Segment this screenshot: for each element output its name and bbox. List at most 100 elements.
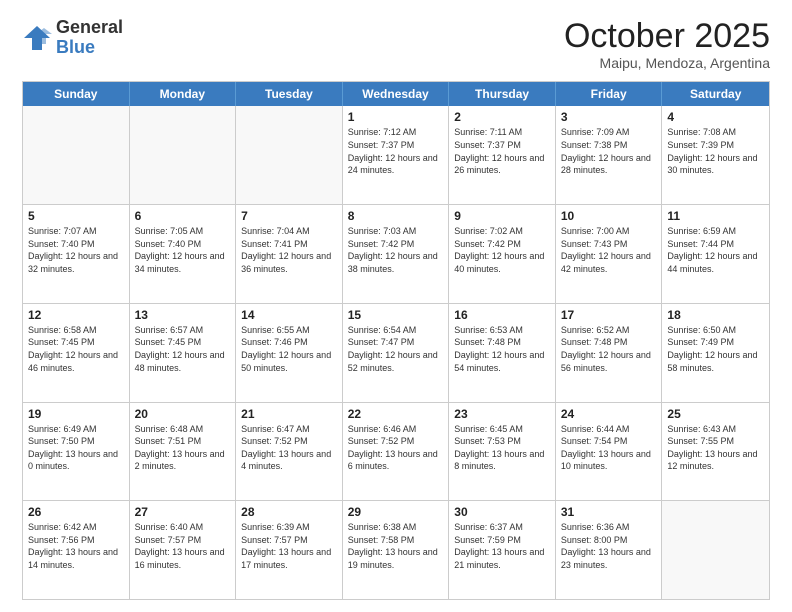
day-number-5: 5 [28,209,124,223]
day-number-16: 16 [454,308,550,322]
day-14: 14 Sunrise: 6:55 AM Sunset: 7:46 PM Dayli… [236,304,343,402]
calendar: Sunday Monday Tuesday Wednesday Thursday… [22,81,770,600]
day-number-25: 25 [667,407,764,421]
day-number-21: 21 [241,407,337,421]
header: General Blue October 2025 Maipu, Mendoza… [22,18,770,71]
day-number-7: 7 [241,209,337,223]
day-info-10: Sunrise: 7:00 AM Sunset: 7:43 PM Dayligh… [561,225,657,275]
day-31: 31 Sunrise: 6:36 AM Sunset: 8:00 PM Dayli… [556,501,663,599]
day-24: 24 Sunrise: 6:44 AM Sunset: 7:54 PM Dayli… [556,403,663,501]
day-27: 27Sunrise: 6:40 AM Sunset: 7:57 PM Dayli… [130,501,237,599]
day-9: 9Sunrise: 7:02 AM Sunset: 7:42 PM Daylig… [449,205,556,303]
day-number-29: 29 [348,505,444,519]
day-number-9: 9 [454,209,550,223]
day-30: 30 Sunrise: 6:37 AM Sunset: 7:59 PM Dayli… [449,501,556,599]
day-17: 17Sunrise: 6:52 AM Sunset: 7:48 PM Dayli… [556,304,663,402]
day-12: 12Sunrise: 6:58 AM Sunset: 7:45 PM Dayli… [23,304,130,402]
day-10: 10Sunrise: 7:00 AM Sunset: 7:43 PM Dayli… [556,205,663,303]
day-22: 22Sunrise: 6:46 AM Sunset: 7:52 PM Dayli… [343,403,450,501]
day-number-4: 4 [667,110,764,124]
day-number-14: 14 [241,308,337,322]
day-info-22: Sunrise: 6:46 AM Sunset: 7:52 PM Dayligh… [348,423,444,473]
header-sunday: Sunday [23,82,130,106]
day-info-2: Sunrise: 7:11 AM Sunset: 7:37 PM Dayligh… [454,126,550,176]
calendar-week-1: 1 Sunrise: 7:12 AM Sunset: 7:37 PM Daylig… [23,106,769,204]
page: General Blue October 2025 Maipu, Mendoza… [0,0,792,612]
day-number-2: 2 [454,110,550,124]
header-friday: Friday [556,82,663,106]
logo-blue-label: Blue [56,38,123,58]
calendar-week-2: 5Sunrise: 7:07 AM Sunset: 7:40 PM Daylig… [23,204,769,303]
title-block: October 2025 Maipu, Mendoza, Argentina [564,18,770,71]
day-5: 5Sunrise: 7:07 AM Sunset: 7:40 PM Daylig… [23,205,130,303]
day-number-27: 27 [135,505,231,519]
header-saturday: Saturday [662,82,769,106]
day-29: 29 Sunrise: 6:38 AM Sunset: 7:58 PM Dayli… [343,501,450,599]
empty-cell-w4-d6 [662,501,769,599]
day-info-8: Sunrise: 7:03 AM Sunset: 7:42 PM Dayligh… [348,225,444,275]
day-number-19: 19 [28,407,124,421]
day-info-26: Sunrise: 6:42 AM Sunset: 7:56 PM Dayligh… [28,521,124,571]
day-26: 26 Sunrise: 6:42 AM Sunset: 7:56 PM Dayli… [23,501,130,599]
empty-cell-w0-d1 [130,106,237,204]
day-info-28: Sunrise: 6:39 AM Sunset: 7:57 PM Dayligh… [241,521,337,571]
logo-text: General Blue [56,18,123,58]
day-info-23: Sunrise: 6:45 AM Sunset: 7:53 PM Dayligh… [454,423,550,473]
day-number-20: 20 [135,407,231,421]
day-1: 1 Sunrise: 7:12 AM Sunset: 7:37 PM Daylig… [343,106,450,204]
day-number-6: 6 [135,209,231,223]
day-2: 2 Sunrise: 7:11 AM Sunset: 7:37 PM Daylig… [449,106,556,204]
empty-cell-w0-d0 [23,106,130,204]
day-info-20: Sunrise: 6:48 AM Sunset: 7:51 PM Dayligh… [135,423,231,473]
empty-cell-w0-d2 [236,106,343,204]
day-info-18: Sunrise: 6:50 AM Sunset: 7:49 PM Dayligh… [667,324,764,374]
header-tuesday: Tuesday [236,82,343,106]
day-info-21: Sunrise: 6:47 AM Sunset: 7:52 PM Dayligh… [241,423,337,473]
day-21: 21 Sunrise: 6:47 AM Sunset: 7:52 PM Dayli… [236,403,343,501]
day-info-29: Sunrise: 6:38 AM Sunset: 7:58 PM Dayligh… [348,521,444,571]
day-info-24: Sunrise: 6:44 AM Sunset: 7:54 PM Dayligh… [561,423,657,473]
day-number-1: 1 [348,110,444,124]
logo-general-label: General [56,18,123,38]
day-28: 28Sunrise: 6:39 AM Sunset: 7:57 PM Dayli… [236,501,343,599]
day-info-30: Sunrise: 6:37 AM Sunset: 7:59 PM Dayligh… [454,521,550,571]
day-info-7: Sunrise: 7:04 AM Sunset: 7:41 PM Dayligh… [241,225,337,275]
header-wednesday: Wednesday [343,82,450,106]
day-3: 3 Sunrise: 7:09 AM Sunset: 7:38 PM Daylig… [556,106,663,204]
day-info-3: Sunrise: 7:09 AM Sunset: 7:38 PM Dayligh… [561,126,657,176]
day-number-15: 15 [348,308,444,322]
day-23: 23 Sunrise: 6:45 AM Sunset: 7:53 PM Dayli… [449,403,556,501]
day-25: 25Sunrise: 6:43 AM Sunset: 7:55 PM Dayli… [662,403,769,501]
day-number-3: 3 [561,110,657,124]
day-number-18: 18 [667,308,764,322]
day-info-14: Sunrise: 6:55 AM Sunset: 7:46 PM Dayligh… [241,324,337,374]
day-number-31: 31 [561,505,657,519]
day-number-11: 11 [667,209,764,223]
calendar-body: 1 Sunrise: 7:12 AM Sunset: 7:37 PM Daylig… [23,106,769,599]
day-11: 11 Sunrise: 6:59 AM Sunset: 7:44 PM Dayli… [662,205,769,303]
calendar-title: October 2025 [564,18,770,55]
day-info-6: Sunrise: 7:05 AM Sunset: 7:40 PM Dayligh… [135,225,231,275]
day-info-31: Sunrise: 6:36 AM Sunset: 8:00 PM Dayligh… [561,521,657,571]
header-thursday: Thursday [449,82,556,106]
day-16: 16Sunrise: 6:53 AM Sunset: 7:48 PM Dayli… [449,304,556,402]
day-number-30: 30 [454,505,550,519]
day-19: 19 Sunrise: 6:49 AM Sunset: 7:50 PM Dayli… [23,403,130,501]
day-8: 8 Sunrise: 7:03 AM Sunset: 7:42 PM Daylig… [343,205,450,303]
day-info-11: Sunrise: 6:59 AM Sunset: 7:44 PM Dayligh… [667,225,764,275]
day-number-17: 17 [561,308,657,322]
day-15: 15Sunrise: 6:54 AM Sunset: 7:47 PM Dayli… [343,304,450,402]
day-18: 18 Sunrise: 6:50 AM Sunset: 7:49 PM Dayli… [662,304,769,402]
day-info-19: Sunrise: 6:49 AM Sunset: 7:50 PM Dayligh… [28,423,124,473]
day-number-26: 26 [28,505,124,519]
header-monday: Monday [130,82,237,106]
day-info-4: Sunrise: 7:08 AM Sunset: 7:39 PM Dayligh… [667,126,764,176]
calendar-week-5: 26 Sunrise: 6:42 AM Sunset: 7:56 PM Dayli… [23,500,769,599]
day-info-12: Sunrise: 6:58 AM Sunset: 7:45 PM Dayligh… [28,324,124,374]
day-number-13: 13 [135,308,231,322]
day-info-1: Sunrise: 7:12 AM Sunset: 7:37 PM Dayligh… [348,126,444,176]
generalblue-icon [22,24,52,52]
day-number-8: 8 [348,209,444,223]
day-number-23: 23 [454,407,550,421]
day-number-24: 24 [561,407,657,421]
